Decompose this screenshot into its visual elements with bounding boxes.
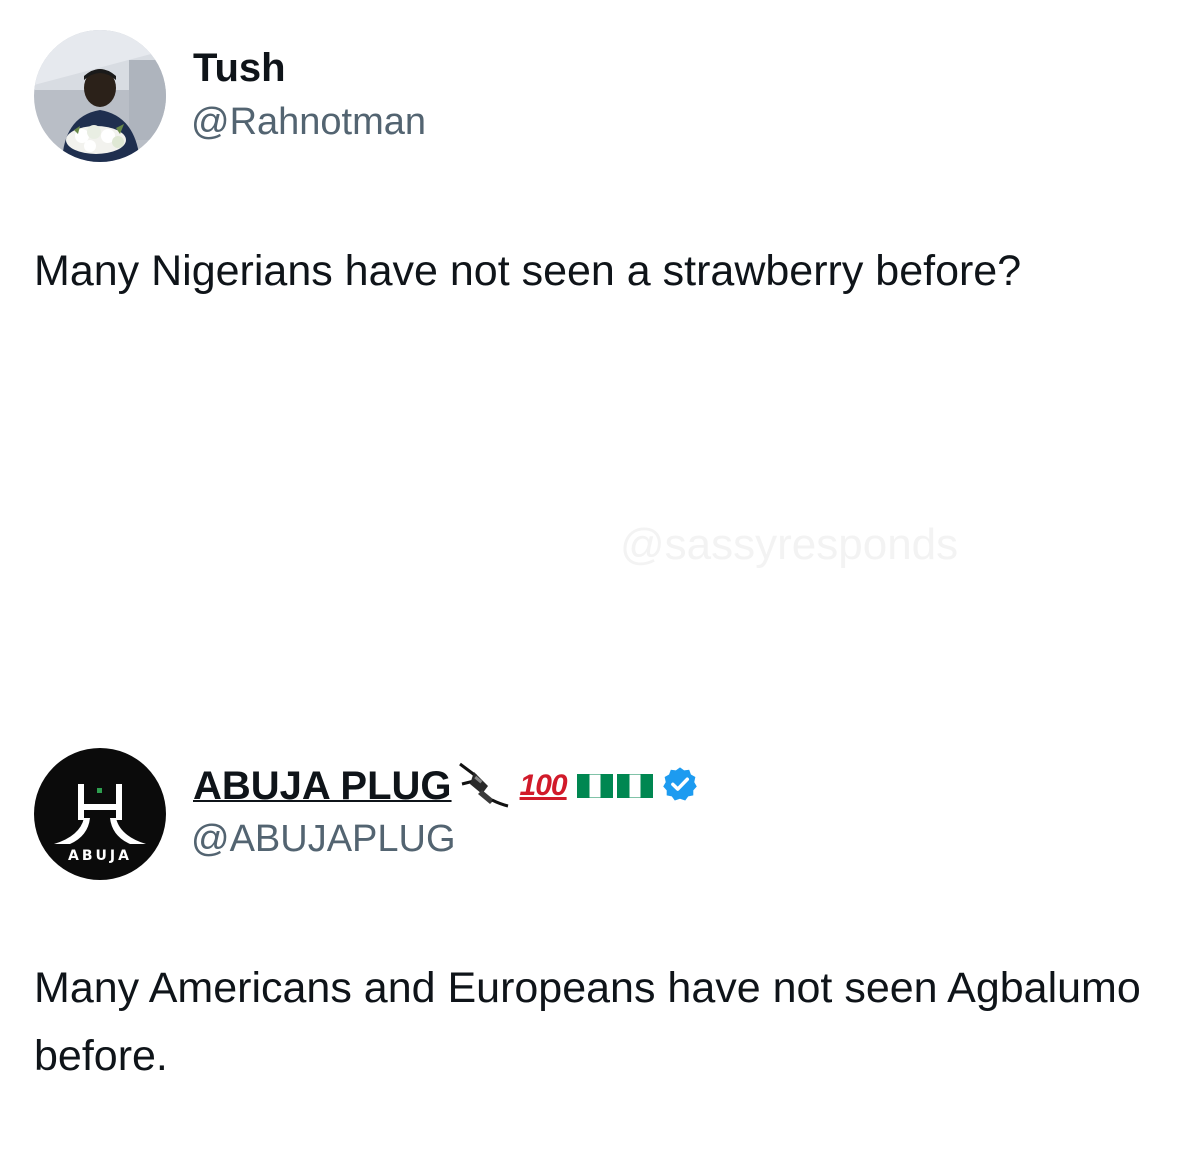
avatar[interactable]: ABUJA (34, 748, 166, 880)
nigeria-flag-icon (576, 774, 653, 798)
tweet-text: Many Nigerians have not seen a strawberr… (34, 247, 1022, 295)
hundred-points-icon: 100 (519, 769, 568, 802)
verified-badge-icon (661, 765, 699, 808)
abuja-logo-icon: ABUJA (34, 748, 166, 880)
watermark: @sassyresponds (620, 520, 959, 569)
display-name[interactable]: Tush (193, 46, 286, 91)
display-name[interactable]: ABUJA PLUG (193, 764, 452, 809)
avatar[interactable] (34, 30, 166, 162)
tweet-card[interactable]: Tush @Rahnotman Many Nigerians have not … (0, 0, 1179, 460)
user-handle[interactable]: @ABUJAPLUG (191, 818, 456, 861)
display-name-row[interactable]: ABUJA PLUG 100 (193, 758, 699, 814)
tweet-text: Many Americans and Europeans have not se… (34, 964, 1141, 1080)
svg-text:ABUJA: ABUJA (68, 848, 132, 864)
user-handle[interactable]: @Rahnotman (191, 101, 426, 144)
electric-plug-icon (458, 760, 510, 813)
tweet-card[interactable]: ABUJA ABUJA PLUG 100 @ABUJAPLUG Many Ame… (0, 700, 1179, 1156)
user-photo-icon (34, 30, 166, 162)
